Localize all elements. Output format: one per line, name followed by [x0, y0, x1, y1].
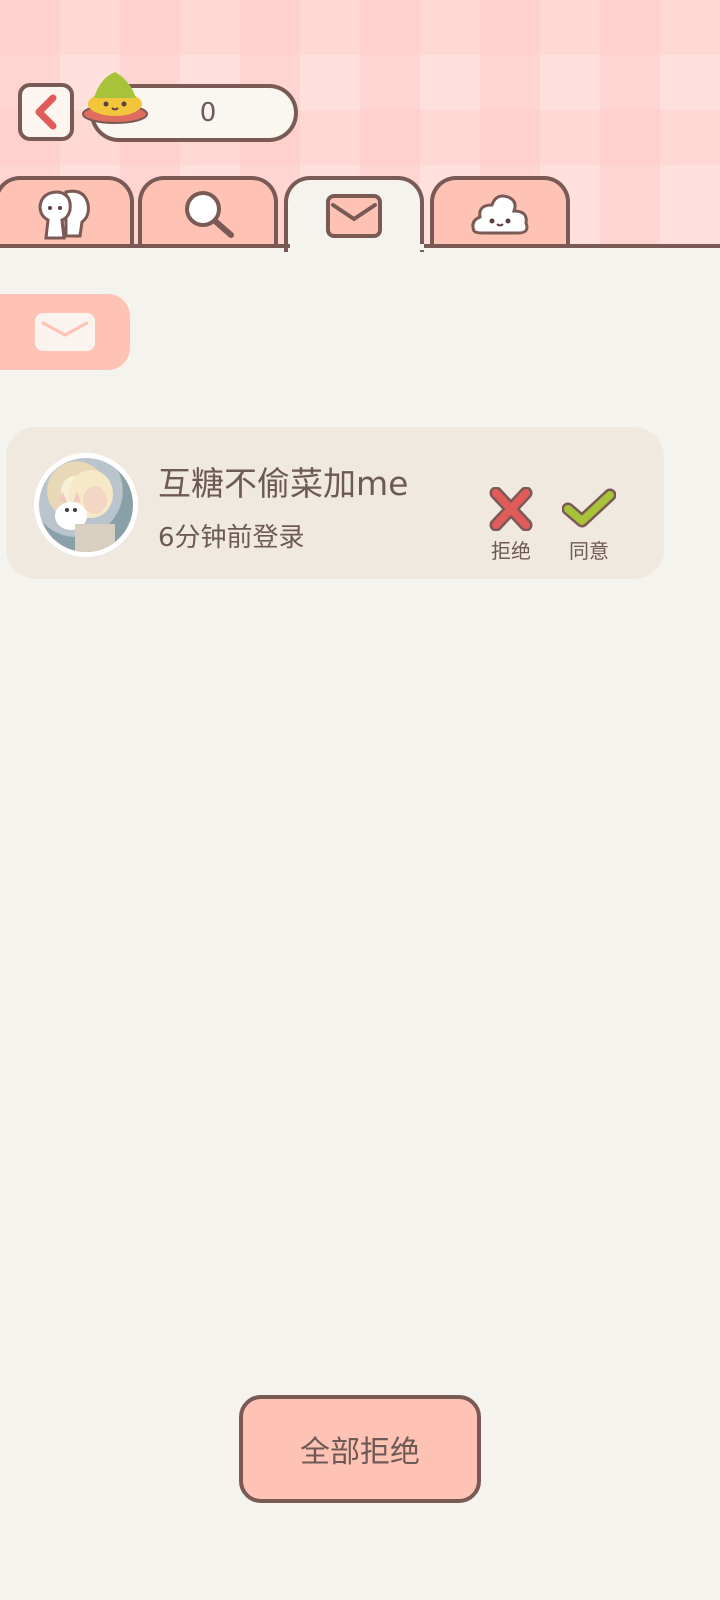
- friend-request-card: 互糖不偷菜加me 6分钟前登录 拒绝 同意: [6, 427, 664, 579]
- back-button[interactable]: [18, 83, 74, 141]
- mail-filter-chip[interactable]: [0, 294, 130, 370]
- reject-all-button[interactable]: 全部拒绝: [239, 1395, 481, 1503]
- reject-label: 拒绝: [491, 539, 531, 563]
- reject-button[interactable]: 拒绝: [476, 487, 546, 567]
- tab-search[interactable]: [138, 176, 278, 248]
- envelope-icon: [35, 313, 95, 351]
- poop-icon: [471, 194, 529, 235]
- avatar[interactable]: [34, 453, 138, 557]
- poop-count: 0: [199, 98, 217, 128]
- last-login-time: 6分钟前登录: [158, 523, 305, 553]
- search-icon: [185, 191, 234, 238]
- accept-button[interactable]: 同意: [554, 487, 624, 567]
- chevron-left-icon: [35, 94, 57, 130]
- check-icon: [562, 488, 616, 528]
- cross-icon: [489, 487, 533, 531]
- requester-name: 互糖不偷菜加me: [158, 464, 409, 503]
- tab-friends[interactable]: [0, 176, 134, 248]
- friends-icon: [38, 189, 90, 240]
- reject-all-label: 全部拒绝: [300, 1435, 420, 1470]
- tab-mail[interactable]: [284, 176, 424, 252]
- avatar-image: [55, 470, 115, 552]
- mail-icon: [326, 194, 382, 238]
- accept-label: 同意: [569, 539, 609, 563]
- tab-poop[interactable]: [430, 176, 570, 248]
- tab-bar: [0, 176, 720, 252]
- tab-active-gap: [290, 244, 424, 250]
- poop-currency-icon: [82, 72, 148, 124]
